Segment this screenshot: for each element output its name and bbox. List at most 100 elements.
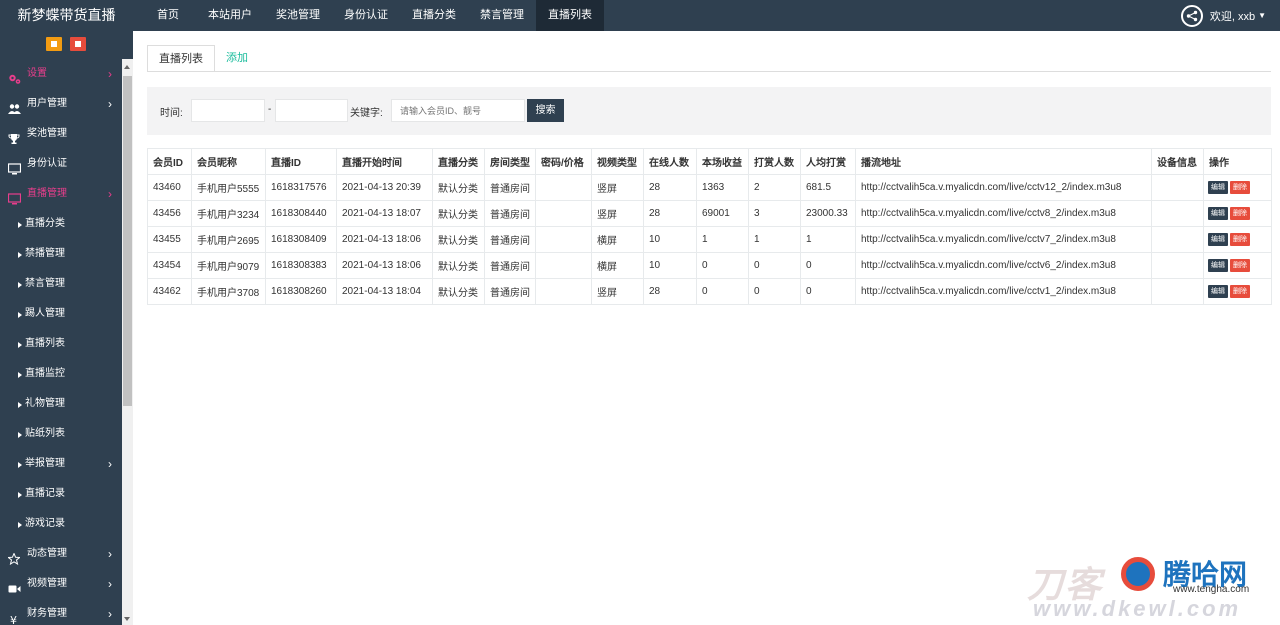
row-actions: 编辑 删除 — [1203, 226, 1272, 253]
sidebar-scrollbar[interactable] — [122, 59, 133, 625]
caret-down-icon[interactable]: ▼ — [1258, 11, 1266, 20]
app-title[interactable]: 新梦蝶带货直播 — [0, 0, 133, 31]
sidebar-item[interactable]: 踢人管理 — [0, 299, 122, 329]
yen-icon: ¥ — [8, 608, 20, 625]
end-time-input[interactable] — [275, 99, 348, 122]
table-cell: 23000.33 — [800, 200, 856, 227]
user-menu[interactable]: 欢迎, xxb ▼ — [1180, 0, 1266, 31]
column-header: 本场收益 — [696, 148, 749, 175]
table-cell: 1363 — [696, 174, 749, 201]
sidebar-item[interactable]: 视频管理 › — [0, 569, 122, 599]
sidebar-item[interactable]: 直播列表 — [0, 329, 122, 359]
sidebar-item[interactable]: 贴纸列表 — [0, 419, 122, 449]
sidebar-item-label: 视频管理 — [27, 578, 67, 589]
monitor-icon — [7, 158, 22, 175]
delete-button[interactable]: 删除 — [1230, 207, 1250, 220]
tab-add[interactable]: 添加 — [215, 45, 259, 72]
sidebar-item-label: 直播列表 — [25, 338, 65, 349]
sidebar-item[interactable]: 禁播管理 — [0, 239, 122, 269]
table-body: 43460 手机用户5555 1618317576 2021-04-13 20:39 默… — [147, 174, 1272, 305]
edit-button[interactable]: 编辑 — [1208, 233, 1228, 246]
table-cell: 默认分类 — [432, 200, 485, 227]
topnav-item[interactable]: 奖池管理 — [264, 0, 332, 31]
content-tabs: 直播列表 添加 — [147, 45, 259, 72]
table-cell — [535, 226, 592, 253]
chevron-right-icon: › — [108, 577, 112, 591]
column-header: 操作 — [1203, 148, 1272, 175]
topnav-item[interactable]: 直播分类 — [400, 0, 468, 31]
scroll-up-icon[interactable] — [124, 65, 130, 69]
sidebar-item[interactable]: 直播管理 › — [0, 179, 122, 209]
chevron-right-icon: › — [108, 457, 112, 471]
tab-live-list[interactable]: 直播列表 — [147, 45, 215, 72]
table-header-row: 会员ID 会员昵称 直播ID 直播开始时间 直播分类 房间类型 密码/价格 视频类型 在线人数本… — [147, 148, 1272, 175]
sidebar-item-label: 礼物管理 — [25, 398, 65, 409]
sidebar-item[interactable]: 动态管理 › — [0, 539, 122, 569]
table-cell: 默认分类 — [432, 226, 485, 253]
sidebar-item[interactable]: 直播分类 — [0, 209, 122, 239]
edit-button[interactable]: 编辑 — [1208, 259, 1228, 272]
scrollbar-thumb[interactable] — [123, 76, 132, 406]
edit-button[interactable]: 编辑 — [1208, 181, 1228, 194]
watermark: 刀客 腾哈网 www.tengha.com www.dkewl.com — [1025, 553, 1275, 623]
column-header: 直播开始时间 — [336, 148, 433, 175]
table-cell: 0 — [696, 278, 749, 305]
sidebar-item-label: 禁言管理 — [25, 278, 65, 289]
keyword-input[interactable] — [391, 99, 525, 122]
delete-button[interactable]: 删除 — [1230, 233, 1250, 246]
sidebar-item[interactable]: 禁言管理 — [0, 269, 122, 299]
start-time-input[interactable] — [191, 99, 265, 122]
table-cell: 2021-04-13 18:06 — [336, 226, 433, 253]
sidebar-item-label: 用户管理 — [27, 98, 67, 109]
table-cell: 2021-04-13 18:04 — [336, 278, 433, 305]
table-cell: 1618308383 — [265, 252, 337, 279]
table-cell: 2021-04-13 18:06 — [336, 252, 433, 279]
edit-button[interactable]: 编辑 — [1208, 207, 1228, 220]
sidebar-item[interactable]: 举报管理 › — [0, 449, 122, 479]
sidebar-item-label: 身份认证 — [27, 158, 67, 169]
topnav-item[interactable]: 禁言管理 — [468, 0, 536, 31]
table-cell: 竖屏 — [591, 200, 644, 227]
topnav-item[interactable]: 本站用户 — [196, 0, 264, 31]
sidebar-menu: 设置 › 用户管理 › 奖池管理 身份认证 直播管理 › 直播分类 禁播管理 禁言管理 踢人管理 直播列… — [0, 59, 122, 625]
sidebar-item[interactable]: 设置 › — [0, 59, 122, 89]
user-greeting[interactable]: 欢迎, xxb — [1210, 8, 1255, 24]
home-icon[interactable] — [46, 37, 62, 51]
row-actions: 编辑 删除 — [1203, 200, 1272, 227]
sidebar-item[interactable]: 身份认证 — [0, 149, 122, 179]
delete-button[interactable]: 删除 — [1230, 285, 1250, 298]
delete-button[interactable]: 删除 — [1230, 259, 1250, 272]
topnav-item[interactable]: 首页 — [140, 0, 196, 31]
scroll-down-icon[interactable] — [124, 617, 130, 621]
search-button[interactable]: 搜索 — [527, 99, 564, 122]
trash-icon[interactable] — [70, 37, 86, 51]
table-cell: 普通房间 — [484, 278, 536, 305]
table-cell — [535, 174, 592, 201]
sidebar-item[interactable]: 直播监控 — [0, 359, 122, 389]
share-icon[interactable] — [1180, 4, 1203, 27]
table-cell: http://cctvalih5ca.v.myalicdn.com/live/c… — [855, 278, 1152, 305]
sidebar-item[interactable]: 游戏记录 — [0, 509, 122, 539]
table-cell: 3 — [748, 200, 801, 227]
time-label: 时间: — [160, 108, 183, 119]
table-cell: 1 — [800, 226, 856, 253]
table-cell — [535, 200, 592, 227]
table-cell: 2 — [748, 174, 801, 201]
delete-button[interactable]: 删除 — [1230, 181, 1250, 194]
edit-button[interactable]: 编辑 — [1208, 285, 1228, 298]
tab-divider — [147, 71, 1271, 72]
sidebar-item[interactable]: 直播记录 — [0, 479, 122, 509]
sidebar-item[interactable]: 奖池管理 — [0, 119, 122, 149]
sidebar-toolbar — [0, 31, 122, 59]
sidebar-item[interactable]: 礼物管理 — [0, 389, 122, 419]
chevron-right-icon: › — [108, 187, 112, 201]
table-cell: 横屏 — [591, 252, 644, 279]
table-cell: http://cctvalih5ca.v.myalicdn.com/live/c… — [855, 226, 1152, 253]
sidebar-item[interactable]: 用户管理 › — [0, 89, 122, 119]
topnav-item[interactable]: 直播列表 — [536, 0, 604, 31]
sidebar-item-label: 奖池管理 — [27, 128, 67, 139]
live-table-container: 会员ID 会员昵称 直播ID 直播开始时间 直播分类 房间类型 密码/价格 视频类型 在线人数本… — [147, 148, 1272, 305]
topnav-item[interactable]: 身份认证 — [332, 0, 400, 31]
sidebar-item[interactable]: ¥ 财务管理 › — [0, 599, 122, 625]
column-header: 人均打赏 — [800, 148, 856, 175]
